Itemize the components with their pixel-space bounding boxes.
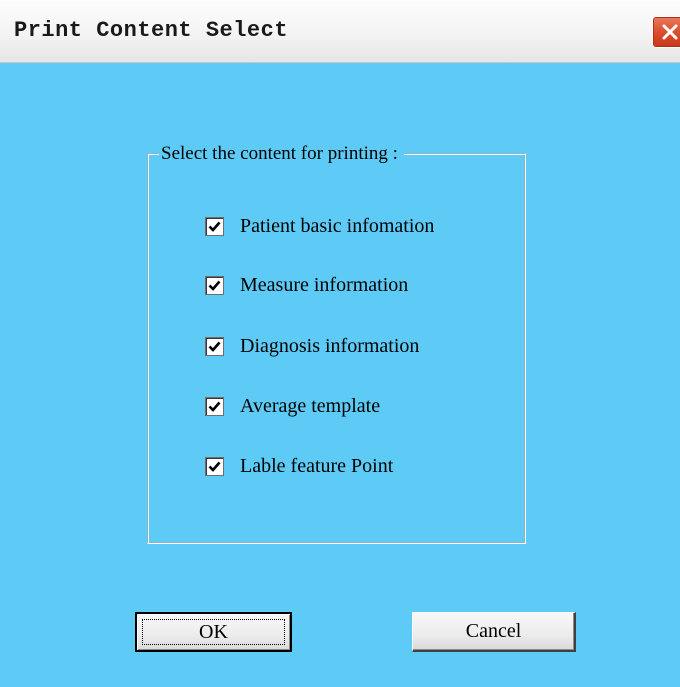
dialog-title: Print Content Select	[14, 18, 289, 43]
checkmark-icon	[208, 221, 221, 232]
print-content-select-dialog: Print Content Select Select the content …	[0, 0, 680, 687]
checkbox-diagnosis-information[interactable]: Diagnosis information	[205, 333, 419, 359]
checkbox-box[interactable]	[205, 336, 224, 356]
checkbox-box[interactable]	[205, 456, 224, 476]
checkbox-label: Patient basic infomation	[240, 214, 435, 237]
checkbox-label: Average template	[240, 394, 381, 417]
checkbox-measure-information[interactable]: Measure information	[205, 272, 408, 298]
checkmark-icon	[208, 341, 221, 352]
checkmark-icon	[208, 401, 221, 412]
close-icon	[662, 24, 678, 40]
checkbox-patient-basic-information[interactable]: Patient basic infomation	[205, 213, 434, 239]
ok-button[interactable]: OK	[135, 612, 292, 652]
title-bar[interactable]: Print Content Select	[0, 0, 680, 63]
checkmark-icon	[208, 280, 221, 291]
checkbox-label: Diagnosis information	[240, 334, 420, 357]
checkbox-label: Measure information	[240, 273, 409, 296]
checkbox-average-template[interactable]: Average template	[205, 393, 380, 419]
checkbox-box[interactable]	[205, 396, 224, 416]
focus-ring	[142, 619, 285, 645]
checkbox-box[interactable]	[205, 216, 224, 236]
checkmark-icon	[208, 461, 221, 472]
groupbox-label: Select the content for printing :	[159, 143, 404, 165]
checkbox-box[interactable]	[205, 275, 224, 295]
cancel-button-label: Cancel	[465, 620, 522, 642]
checkbox-label: Lable feature Point	[240, 454, 394, 477]
checkbox-label-feature-point[interactable]: Lable feature Point	[205, 453, 393, 479]
close-button[interactable]	[652, 16, 680, 48]
cancel-button[interactable]: Cancel	[412, 612, 576, 652]
